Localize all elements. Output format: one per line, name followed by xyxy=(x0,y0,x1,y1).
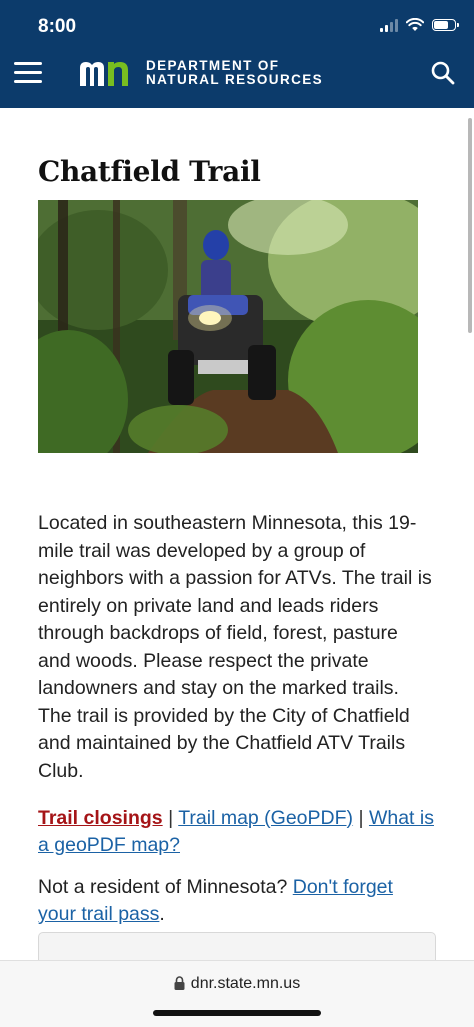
link-separator: | xyxy=(168,806,174,829)
mn-logo-icon xyxy=(80,62,128,86)
site-header: 8:00 Department of Natural Resources xyxy=(0,0,474,108)
main-content: Chatfield Trail Located in southeastern … xyxy=(8,108,448,929)
trail-map-link[interactable]: Trail map (GeoPDF) xyxy=(178,807,353,829)
battery-icon xyxy=(432,19,459,31)
resident-text: Not a resident of Minnesota? xyxy=(38,875,288,898)
status-time: 8:00 xyxy=(38,16,77,37)
url-display[interactable]: dnr.state.mn.us xyxy=(0,975,474,993)
dnr-logo[interactable]: Department of Natural Resources xyxy=(78,58,323,88)
trail-description: Located in southeastern Minnesota, this … xyxy=(38,512,432,782)
link-separator: | xyxy=(358,806,364,829)
resident-suffix: . xyxy=(159,903,165,925)
logo-line-1: Department of xyxy=(146,57,280,73)
lock-icon xyxy=(174,976,185,990)
trail-links: Trail closings | Trail map (GeoPDF) | Wh… xyxy=(38,805,434,860)
cellular-signal-icon xyxy=(380,18,398,32)
page-title: Chatfield Trail xyxy=(38,155,261,188)
wifi-icon xyxy=(406,18,424,31)
dnr-logo-text: Department of Natural Resources xyxy=(146,57,324,88)
trail-closings-link[interactable]: Trail closings xyxy=(38,807,163,829)
status-icons xyxy=(380,18,459,32)
hero-image xyxy=(8,190,448,470)
url-text: dnr.state.mn.us xyxy=(190,975,301,992)
browser-address-bar[interactable]: dnr.state.mn.us xyxy=(0,960,474,1027)
search-icon[interactable] xyxy=(430,60,456,86)
logo-line-2: Natural Resources xyxy=(146,72,324,87)
hamburger-menu-icon[interactable] xyxy=(14,62,42,84)
scrollbar[interactable] xyxy=(468,118,472,333)
resident-notice: Not a resident of Minnesota? Don't forge… xyxy=(38,874,434,929)
home-indicator xyxy=(153,1010,321,1016)
